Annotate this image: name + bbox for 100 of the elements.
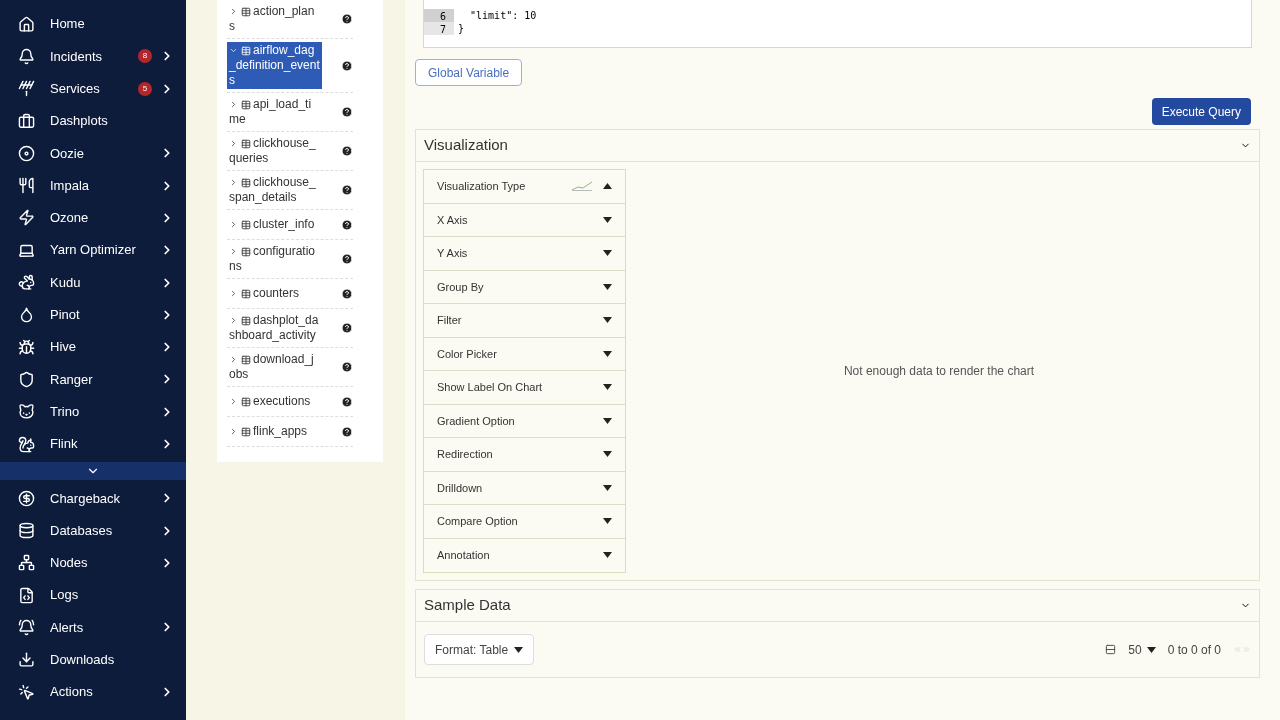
option-row[interactable]: Color Picker [424,337,625,371]
table-tree-item[interactable]: cluster_info [227,216,322,233]
table-icon [241,6,251,17]
format-dropdown[interactable]: Format: Table [424,634,535,665]
help-icon[interactable] [341,287,353,300]
code-icon [18,586,35,604]
option-row[interactable]: Show Label On Chart [424,371,625,405]
sidebar-item[interactable]: Logs [0,579,186,612]
sidebar-item[interactable]: Pinot [0,298,186,331]
table-icon [241,246,251,257]
help-icon[interactable] [341,59,353,72]
sidebar-item[interactable]: Impala [0,169,186,202]
option-label: X Axis [437,212,469,228]
bolt-icon [18,209,35,227]
dollar-icon [18,489,35,507]
sidebar-item-label: Impala [50,176,91,195]
sidebar-item[interactable]: Downloads [0,643,186,676]
sidebar-item[interactable]: Nodes [0,546,186,580]
sidebar-item[interactable]: Kudu [0,266,186,299]
chevron-right-icon [229,427,238,437]
help-icon[interactable] [341,13,353,25]
option-label: Redirection [437,447,494,462]
chevron-right-icon [229,7,238,17]
sidebar-item[interactable]: Yarn Optimizer [0,234,186,267]
table-tree-item[interactable]: clickhouse_queries [227,135,322,167]
sidebar-item[interactable]: Oozie [0,137,186,170]
table-icon [241,315,251,326]
table-tree-item[interactable]: executions [227,393,322,410]
table-tree-item[interactable]: api_load_time [227,96,322,128]
help-icon[interactable] [341,395,353,408]
count-badge: 5 [138,81,152,96]
option-row[interactable]: Y Axis [424,237,625,271]
sidebar-item-label: Actions [50,683,94,702]
chevron-right-icon [229,139,238,149]
chevron-right-icon [229,100,238,110]
chevron-right-icon [229,247,238,257]
help-icon[interactable] [341,184,353,196]
sidebar-item[interactable]: Ozone [0,201,186,235]
help-icon[interactable] [341,322,353,334]
code-editor[interactable]: 6 "limit": 10 7 } [423,0,1252,48]
sidebar-item[interactable]: Alerts [0,611,186,644]
sidebar-item[interactable]: Trino [0,395,186,428]
rabbit-icon [18,274,35,291]
shield-icon [18,370,35,388]
empty-chart-message: Not enough data to render the chart [843,363,1035,380]
chevron-right-icon [229,397,238,407]
option-row[interactable]: Gradient Option [424,404,625,438]
code-line: "limit": 10 [469,9,537,23]
chevron-right-icon [229,289,238,299]
sidebar-item[interactable]: Chargeback [0,482,186,515]
code-line: } [457,22,465,36]
option-row[interactable]: Group By [424,270,625,304]
execute-query-button[interactable]: Execute Query [1151,98,1251,125]
option-row[interactable]: Compare Option [424,505,625,539]
sidebar-item[interactable]: Services 5 [0,72,186,105]
line-chart-icon [571,181,593,192]
global-variable-button[interactable]: Global Variable [415,59,523,86]
caret-down-icon [1146,646,1156,653]
help-icon[interactable] [341,106,353,118]
option-row[interactable]: Visualization Type [424,170,625,204]
sidebar-item[interactable]: Dashplots [0,104,186,138]
caret-down-icon [514,646,524,653]
table-tree-item[interactable]: action_plans [227,3,322,35]
table-tree-item[interactable]: dashplot_dashboard_activity [227,312,322,344]
sidebar-item-label: Chargeback [50,489,122,508]
briefcase-icon [18,112,35,130]
sidebar-item[interactable]: Ranger [0,363,186,396]
bell-icon [18,619,35,636]
sidebar-item[interactable]: Hive [0,330,186,364]
chevron-right-icon [229,316,238,326]
help-icon[interactable] [341,218,353,231]
option-row[interactable]: X Axis [424,203,625,237]
database-icon [18,522,35,540]
help-icon[interactable] [341,361,353,373]
table-tree-item[interactable]: flink_apps [227,423,322,440]
sidebar-item-label: Databases [50,521,114,540]
table-tree-item[interactable]: configurations [227,243,322,275]
help-icon[interactable] [341,145,353,157]
sidebar-item[interactable]: Databases [0,514,186,547]
table-icon [241,396,251,407]
table-tree-item[interactable]: counters [227,285,322,302]
table-icon [241,426,251,437]
option-row[interactable]: Filter [424,304,625,338]
table-icon [241,99,251,110]
option-row[interactable]: Drilldown [424,471,625,505]
table-tree-item[interactable]: download_jobs [227,351,322,383]
sidebar-item-label: Flink [50,435,79,454]
sidebar-item[interactable]: Actions [0,675,186,709]
table-tree-item[interactable]: clickhouse_span_details [227,174,322,206]
sample-data-header[interactable]: Sample Data [416,590,1259,622]
sidebar-item[interactable]: Home [0,8,186,41]
option-row[interactable]: Redirection [424,438,625,472]
table-tree-item[interactable]: airflow_dag_definition_events [227,42,322,89]
sidebar-item[interactable]: Flink [0,427,186,461]
page-size-dropdown[interactable]: 50 [1128,640,1156,659]
help-icon[interactable] [341,253,353,265]
option-row[interactable]: Annotation [424,538,625,572]
help-icon[interactable] [341,425,353,438]
visualization-header[interactable]: Visualization [416,130,1259,162]
sidebar-item[interactable]: Incidents 8 [0,40,186,73]
